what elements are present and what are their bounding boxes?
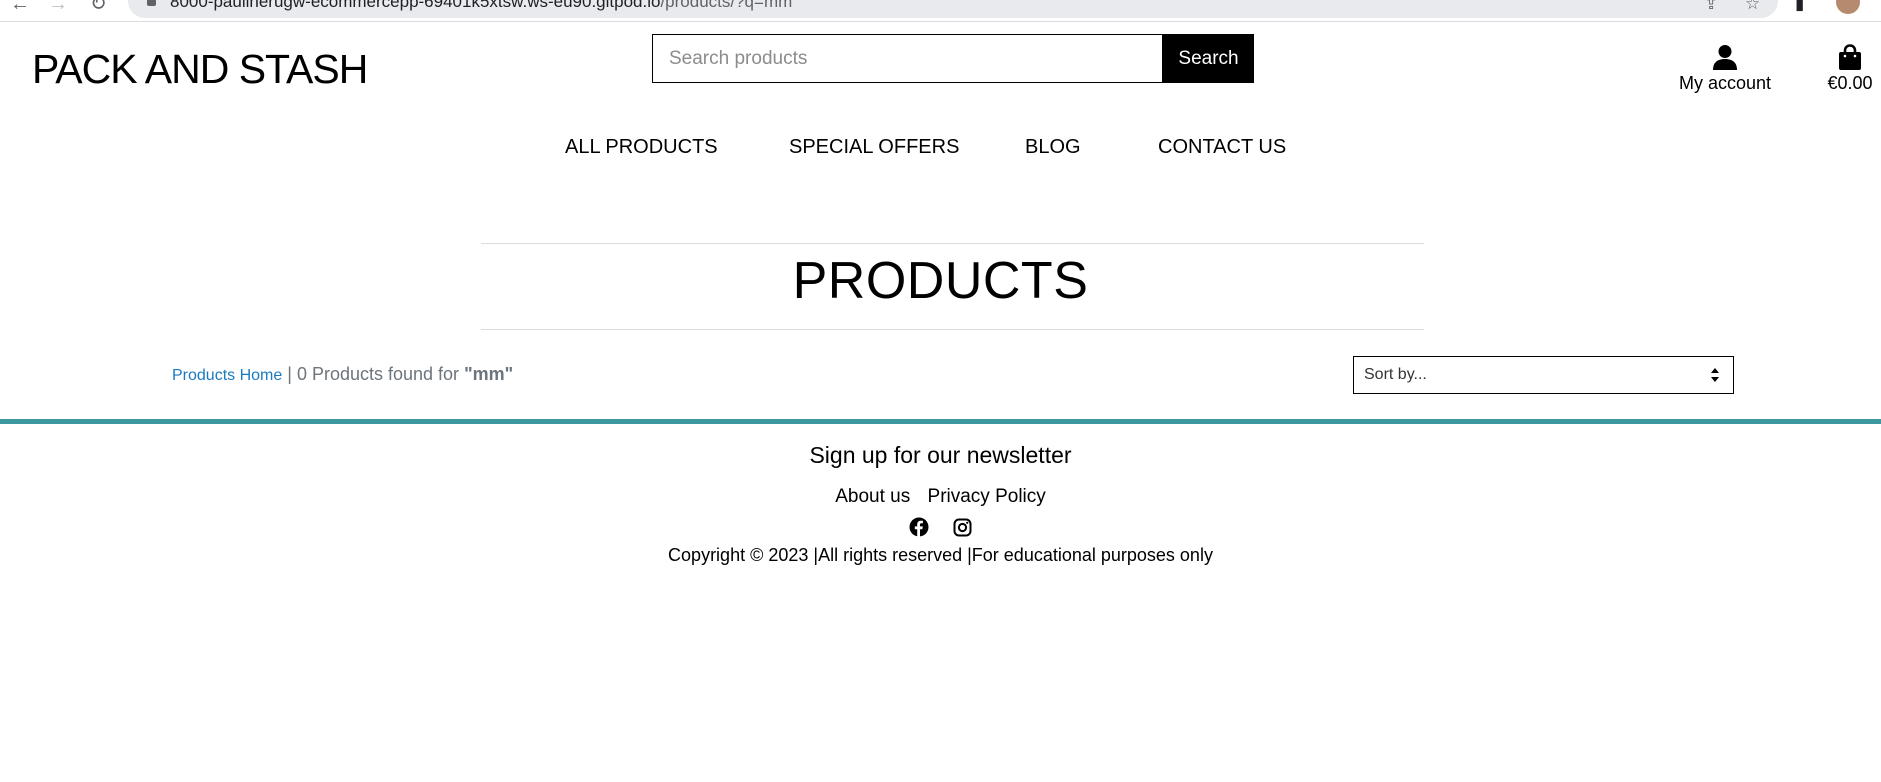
breadcrumb-separator: | (282, 364, 297, 384)
products-home-link[interactable]: Products Home (172, 367, 282, 384)
back-arrow-icon[interactable]: ← (10, 0, 30, 14)
user-icon (1669, 44, 1781, 70)
title-top-divider (481, 243, 1424, 244)
page-title: PRODUCTS (792, 252, 1089, 310)
social-links (0, 517, 1881, 542)
search-input[interactable] (652, 34, 1163, 83)
my-account-link[interactable]: My account (1669, 44, 1781, 94)
instagram-icon[interactable] (953, 518, 972, 542)
footer-links: About us Privacy Policy (0, 486, 1881, 508)
reload-icon[interactable]: ↻ (90, 0, 107, 14)
site-logo[interactable]: PACK AND STASH (32, 46, 368, 93)
url-text[interactable]: 8000-paulinerugw-ecommercepp-69401k5xtsw… (170, 0, 792, 12)
main-nav: ALL PRODUCTS SPECIAL OFFERS BLOG CONTACT… (0, 136, 1881, 162)
forward-arrow-icon[interactable]: → (48, 0, 68, 14)
newsletter-heading[interactable]: Sign up for our newsletter (0, 442, 1881, 469)
footer-divider (0, 419, 1881, 424)
cart-link[interactable]: €0.00 (1820, 44, 1880, 94)
results-count-text: 0 Products found for (296, 364, 465, 384)
profile-avatar[interactable] (1834, 0, 1862, 16)
sort-select-value: Sort by... (1364, 366, 1427, 383)
privacy-policy-link[interactable]: Privacy Policy (928, 486, 1046, 507)
nav-all-products[interactable]: ALL PRODUCTS (565, 136, 718, 159)
shopping-bag-icon (1820, 44, 1880, 70)
cart-total: €0.00 (1827, 73, 1873, 93)
facebook-icon[interactable] (909, 517, 929, 542)
search-button[interactable]: Search (1163, 34, 1254, 83)
bookmark-star-icon[interactable]: ☆ (1745, 0, 1760, 14)
about-us-link[interactable]: About us (835, 486, 910, 507)
nav-special-offers[interactable]: SPECIAL OFFERS (789, 136, 959, 159)
browser-toolbar: ← → ↻ 8000-paulinerugw-ecommercepp-69401… (0, 0, 1881, 22)
search-query: "mm" (464, 364, 514, 384)
title-bottom-divider (481, 329, 1424, 330)
nav-blog[interactable]: BLOG (1025, 136, 1081, 159)
sort-chevrons-icon (1711, 368, 1719, 382)
nav-contact-us[interactable]: CONTACT US (1158, 136, 1286, 159)
sidebar-icon[interactable]: ▮ (1795, 0, 1804, 14)
copyright-text: Copyright © 2023 |All rights reserved |F… (668, 545, 1213, 565)
results-summary: Products Home | 0 Products found for "mm… (172, 364, 513, 385)
my-account-label: My account (1678, 73, 1772, 93)
lock-icon (147, 0, 156, 6)
share-icon[interactable]: ⇪ (1704, 0, 1718, 14)
sort-select[interactable]: Sort by... (1353, 356, 1734, 394)
